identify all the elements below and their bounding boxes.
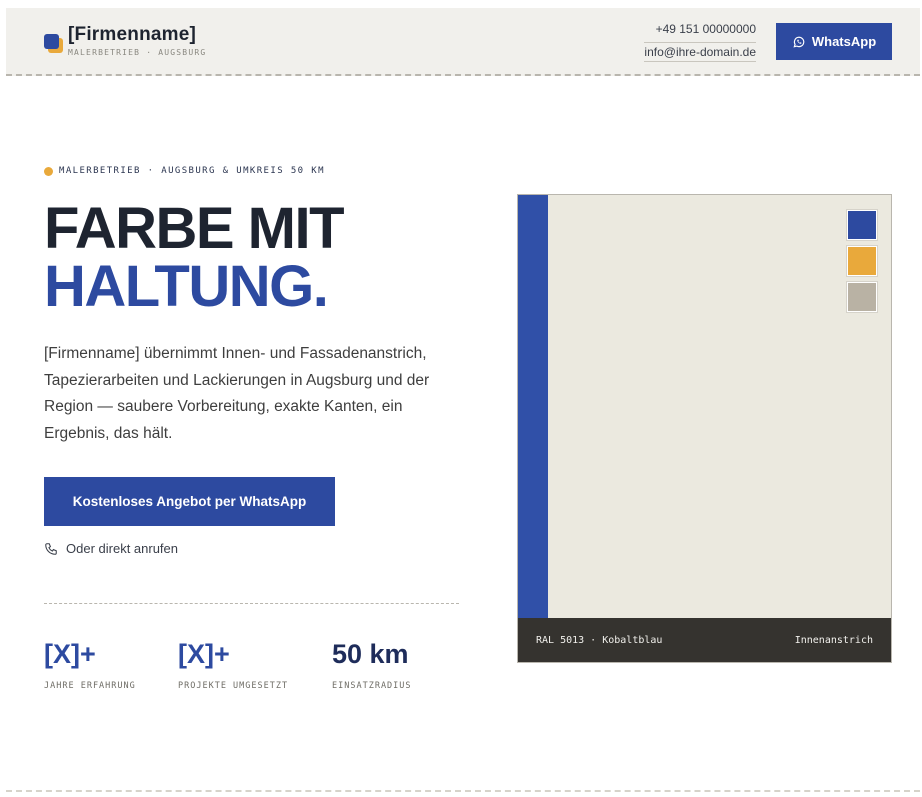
header-whatsapp-button[interactable]: WhatsApp [776, 23, 892, 60]
hero-lead: [Firmenname] übernimmt Innen- und Fassad… [44, 345, 430, 442]
phone-icon [45, 542, 57, 555]
swatch-blue[interactable] [847, 210, 877, 240]
stat-label: EINSATZRADIUS [332, 681, 412, 691]
call-link[interactable]: Oder direkt anrufen [44, 541, 178, 556]
headline-line-1: FARBE MIT [44, 196, 345, 261]
stat-radius: 50 km EINSATZRADIUS [332, 638, 412, 691]
stat-value: [X]+ [178, 639, 230, 669]
color-sample-card: RAL 5013 · Kobaltblau Innenanstrich [517, 194, 892, 663]
stat-experience: [X]+ JAHRE ERFAHRUNG [44, 638, 136, 691]
brand-name[interactable]: [Firmenname] [68, 24, 196, 46]
stat-label: JAHRE ERFAHRUNG [44, 681, 136, 691]
stat-label: PROJEKTE UMGESETZT [178, 681, 289, 691]
whatsapp-button-label: WhatsApp [811, 34, 877, 49]
hero-tagline: MALERBETRIEB · AUGSBURG & UMKREIS 50 KM [44, 166, 325, 176]
cta-whatsapp-button[interactable]: Kostenloses Angebot per WhatsApp [44, 477, 335, 526]
logo-icon[interactable] [44, 34, 64, 54]
header-email-link[interactable]: info@ihre-domain.de [644, 42, 756, 62]
swatch-grey[interactable] [847, 282, 877, 312]
color-stripe [518, 195, 548, 662]
stat-value: [X]+ [44, 639, 96, 669]
brand-subtitle: MALERBETRIEB · AUGSBURG [68, 48, 207, 57]
whatsapp-icon [793, 36, 805, 47]
stat-projects: [X]+ PROJEKTE UMGESETZT [178, 638, 288, 691]
tagline-text: MALERBETRIEB · AUGSBURG & UMKREIS 50 KM [59, 166, 325, 176]
card-caption: RAL 5013 · Kobaltblau Innenanstrich [518, 618, 891, 662]
header-phone-link[interactable]: +49 151 00000000 [656, 22, 756, 36]
site-header: [Firmenname] MALERBETRIEB · AUGSBURG +49… [6, 8, 920, 76]
caption-color-name: RAL 5013 · Kobaltblau [536, 634, 663, 646]
hero-headline: FARBE MIT HALTUNG. [44, 196, 345, 319]
swatch-yellow[interactable] [847, 246, 877, 276]
stats-divider [44, 603, 459, 604]
headline-line-2: HALTUNG. [44, 254, 329, 319]
stat-value: 50 km [332, 639, 409, 669]
caption-category: Innenanstrich [794, 634, 873, 646]
call-link-label: Oder direkt anrufen [66, 541, 179, 556]
section-divider [6, 790, 920, 792]
tagline-dot-icon [44, 166, 53, 176]
